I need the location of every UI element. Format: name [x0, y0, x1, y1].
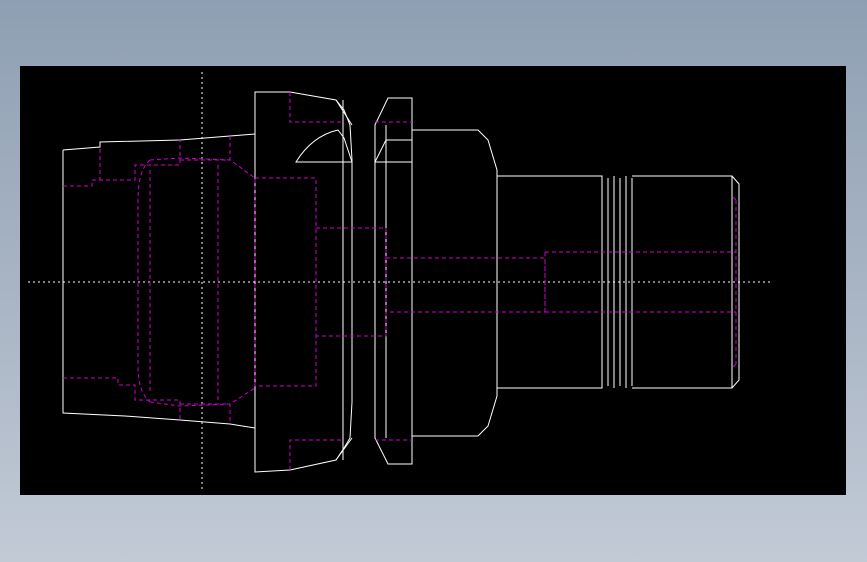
ring-grooves	[601, 176, 633, 388]
flange-key-bottom	[289, 439, 412, 470]
cad-preview-page	[0, 0, 867, 562]
through-bore	[386, 257, 546, 313]
collar-notch	[374, 139, 413, 163]
taper-shank-outline	[62, 133, 256, 429]
hidden-lines	[63, 92, 737, 470]
center-lines	[28, 72, 772, 490]
body-outline	[412, 129, 498, 437]
inner-bore	[137, 157, 256, 407]
flange-key-top	[289, 92, 412, 123]
shank-step-top	[63, 136, 231, 187]
collar-outline	[374, 97, 413, 465]
tool-holder-drawing	[28, 72, 772, 490]
drive-slot-arc	[295, 129, 353, 163]
